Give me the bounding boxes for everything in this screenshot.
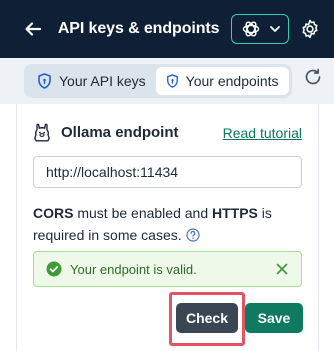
endpoint-url-input[interactable] (33, 156, 302, 188)
app-header: API keys & endpoints (0, 0, 334, 58)
close-icon (276, 263, 288, 275)
back-button[interactable] (20, 16, 46, 42)
shield-icon (166, 74, 178, 88)
endpoint-title: Ollama endpoint (61, 123, 179, 141)
tab-label: Your endpoints (185, 73, 279, 89)
check-circle-icon (46, 261, 62, 277)
save-button[interactable]: Save (245, 303, 303, 333)
tab-group: Your API keys Your endpoints (24, 64, 292, 98)
success-alert: Your endpoint is valid. (33, 251, 302, 287)
page-title: API keys & endpoints (57, 20, 220, 37)
endpoint-header: Ollama endpoint (33, 122, 179, 142)
tab-label: Your API keys (59, 73, 146, 89)
arrow-left-icon (25, 22, 42, 36)
alert-close-button[interactable] (273, 260, 291, 278)
shield-icon (38, 73, 51, 89)
openai-logo-icon (243, 21, 260, 37)
https-label: HTTPS (212, 205, 258, 221)
tabs-bar: Your API keys Your endpoints (0, 58, 334, 104)
settings-button[interactable] (298, 17, 322, 41)
help-button[interactable] (186, 228, 200, 242)
alert-message: Your endpoint is valid. (70, 261, 197, 277)
check-button[interactable]: Check (176, 303, 238, 333)
model-selector[interactable] (231, 14, 290, 44)
gear-icon (302, 19, 318, 39)
read-tutorial-link[interactable]: Read tutorial (223, 125, 302, 141)
endpoint-panel: Ollama endpoint Read tutorial CORS must … (16, 104, 319, 351)
chevron-down-icon (270, 26, 281, 32)
tab-your-api-keys[interactable]: Your API keys (27, 67, 156, 95)
cors-note: CORS must be enabled and HTTPS is requir… (33, 202, 305, 246)
refresh-icon (305, 68, 321, 85)
note-text: must be enabled and (73, 205, 212, 221)
question-circle-icon (186, 228, 200, 242)
ollama-logo-icon (34, 123, 50, 142)
refresh-button[interactable] (302, 66, 324, 88)
tab-your-endpoints[interactable]: Your endpoints (155, 67, 289, 95)
cors-label: CORS (33, 205, 74, 221)
